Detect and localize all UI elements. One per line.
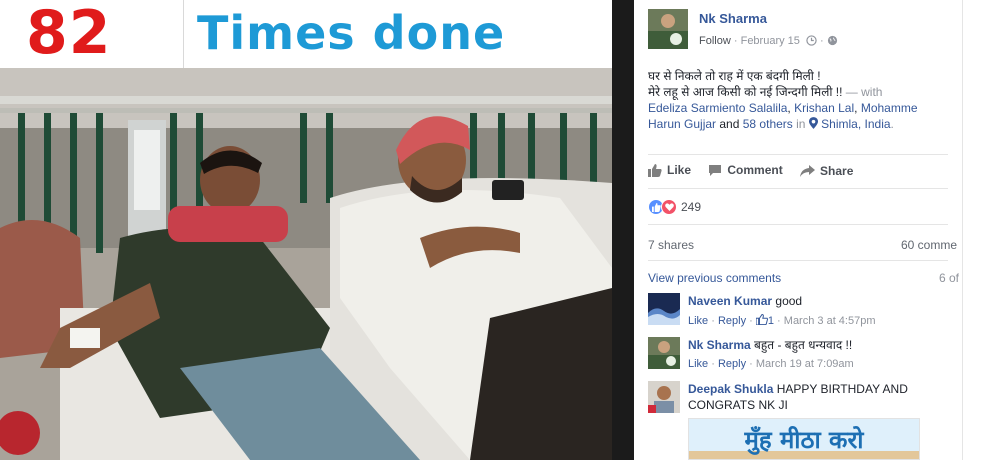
comment-text: Deepak Shukla HAPPY BIRTHDAY AND CONGRAT… — [688, 381, 962, 413]
location-pin-icon — [808, 117, 818, 129]
comment-actions: Like · Reply · 1 · March 3 at 4:57pm — [688, 313, 876, 327]
post-line-4: Harun Gujjar and 58 others in Shimla, In… — [648, 117, 894, 131]
comma: , — [787, 101, 791, 115]
post-line-2: मेरे लहू से आज किसी को नई जिन्दगी मिली !… — [648, 84, 962, 100]
others-link[interactable]: 58 others — [743, 117, 793, 131]
author-avatar[interactable] — [648, 9, 688, 49]
banner-divider — [183, 0, 184, 68]
panel-gap — [612, 0, 634, 460]
thumbs-up-icon — [755, 313, 768, 326]
divider — [648, 260, 948, 261]
location-link[interactable]: Shimla, India — [821, 117, 890, 131]
commenter-avatar[interactable] — [648, 293, 680, 325]
comment-text: Nk Sharma बहुत - बहुत धन्यवाद !! — [688, 337, 962, 353]
comment-sticker-image[interactable]: मुँह मीठा करो — [688, 418, 920, 460]
globe-icon[interactable] — [827, 35, 838, 46]
comment-author[interactable]: Naveen Kumar — [688, 294, 772, 308]
comment-like-link[interactable]: Like — [688, 358, 708, 370]
comment-body-line-2: CONGRATS NK JI — [688, 398, 788, 412]
commenter-avatar[interactable] — [648, 337, 680, 369]
with-label: — with — [845, 85, 883, 99]
love-reaction-icon — [661, 199, 677, 215]
view-previous-comments-link[interactable]: View previous comments — [648, 271, 781, 285]
comment-text: Naveen Kumar good — [688, 293, 962, 309]
author-name[interactable]: Nk Sharma — [699, 11, 767, 26]
meta-dot: · — [733, 35, 741, 47]
like-icon — [648, 163, 662, 177]
post-photo[interactable]: 82 Times done — [0, 0, 612, 460]
comment-author[interactable]: Nk Sharma — [688, 338, 751, 352]
share-button[interactable]: Share — [800, 164, 853, 178]
comments-page-count: 6 of — [939, 271, 960, 285]
reactions-count[interactable]: 249 — [681, 200, 701, 214]
blood-donation-photo — [0, 68, 612, 460]
comment-label: Comment — [727, 163, 783, 177]
tagged-person[interactable]: Harun Gujjar — [648, 117, 716, 131]
commenter-avatar[interactable] — [648, 381, 680, 413]
post-actions: Like Comment Share — [648, 163, 867, 180]
banner-text: Times done — [197, 6, 506, 60]
follow-link[interactable]: Follow — [699, 35, 731, 47]
post-line-2-text: मेरे लहू से आज किसी को नई जिन्दगी मिली !… — [648, 85, 843, 99]
clock-icon — [806, 35, 817, 46]
post-meta: Follow · February 15 · — [699, 35, 838, 47]
reactions-summary[interactable]: 249 — [648, 199, 701, 215]
post-line-1: घर से निकले तो राह में एक बंदगी मिली ! — [648, 69, 821, 83]
comment-time[interactable]: March 3 at 4:57pm — [784, 315, 876, 327]
photo-banner: 82 Times done — [0, 0, 612, 68]
panel-border — [962, 0, 963, 460]
share-icon — [800, 164, 816, 177]
comment-like-link[interactable]: Like — [688, 315, 708, 327]
comment-likes-count[interactable]: 1 — [768, 315, 774, 327]
tagged-person[interactable]: Krishan Lal — [794, 101, 854, 115]
post-line-3: Edeliza Sarmiento Salalila, Krishan Lal,… — [648, 100, 962, 116]
comma: , — [854, 101, 858, 115]
divider — [648, 224, 948, 225]
sticker-text: मुँह मीठा करो — [744, 426, 864, 454]
avatar-image — [648, 293, 680, 325]
comment-actions: Like · Reply · March 19 at 7:09am — [688, 358, 854, 370]
meta-dot-2: · — [820, 35, 827, 47]
in-label: in — [796, 117, 806, 131]
comment-reply-link[interactable]: Reply — [718, 315, 746, 327]
like-button[interactable]: Like — [648, 163, 691, 177]
comment-button[interactable]: Comment — [708, 163, 783, 177]
comment-body-line-1: HAPPY BIRTHDAY AND — [776, 382, 908, 396]
divider — [648, 188, 948, 189]
shares-count[interactable]: 7 shares — [648, 238, 694, 252]
post-date[interactable]: February 15 — [741, 35, 800, 47]
share-label: Share — [820, 163, 854, 178]
like-label: Like — [667, 163, 692, 177]
comment-body: good — [775, 294, 803, 308]
tagged-person[interactable]: Mohamme — [861, 101, 918, 115]
comment-body: बहुत - बहुत धन्यवाद !! — [754, 338, 853, 352]
page-margin — [962, 0, 990, 460]
tagged-person[interactable]: Edeliza Sarmiento Salalila — [648, 101, 787, 115]
comment-reply-link[interactable]: Reply — [718, 358, 746, 370]
avatar-image — [648, 337, 680, 369]
avatar-image — [648, 381, 680, 413]
avatar-image — [648, 9, 688, 49]
comment-author[interactable]: Deepak Shukla — [688, 382, 773, 396]
post-text: घर से निकले तो राह में एक बंदगी मिली ! म… — [648, 68, 962, 132]
comment-time[interactable]: March 19 at 7:09am — [756, 358, 854, 370]
post-details-panel: Nk Sharma Follow · February 15 · घर से न… — [634, 0, 962, 460]
divider — [648, 154, 948, 155]
comments-count[interactable]: 60 comme — [901, 238, 957, 252]
and-label: and — [719, 117, 740, 131]
comment-icon — [709, 164, 722, 176]
banner-number: 82 — [26, 0, 112, 68]
